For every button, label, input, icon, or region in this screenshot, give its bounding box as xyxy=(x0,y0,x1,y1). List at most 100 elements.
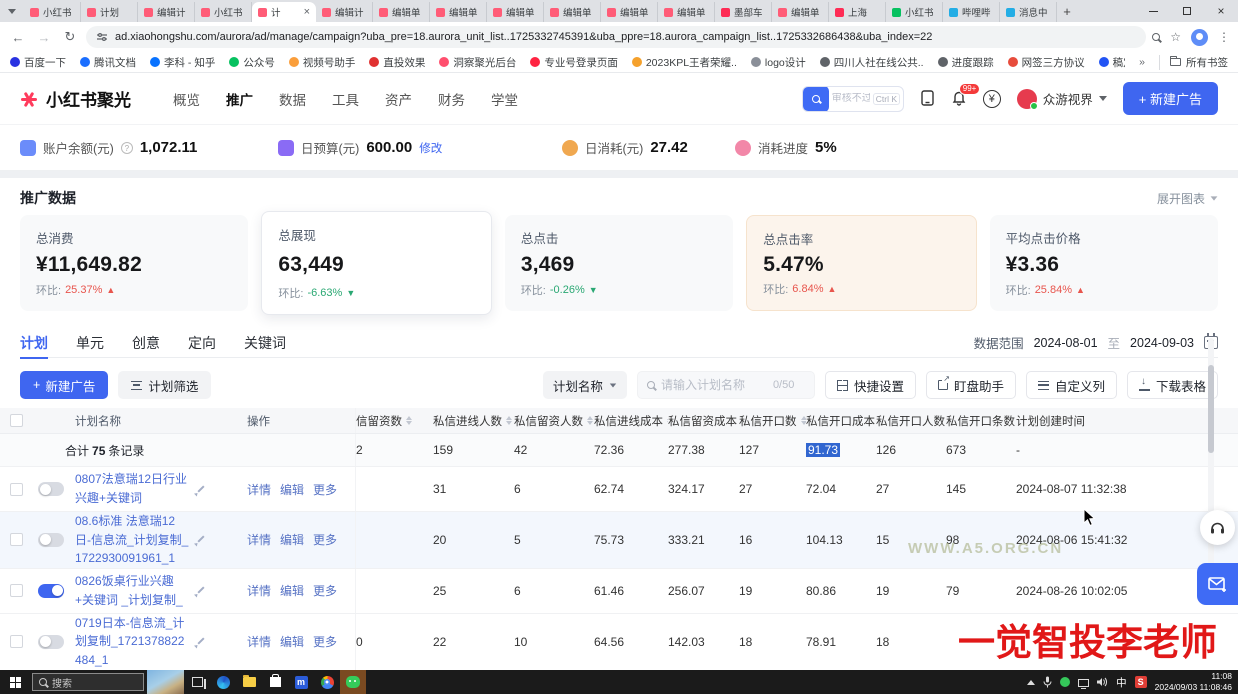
edit-link[interactable]: 编辑 xyxy=(280,531,304,548)
stat-card[interactable]: 平均点击价格 ¥3.36 环比: 25.84% ▲ xyxy=(990,215,1218,311)
app-m-icon[interactable]: m xyxy=(288,670,314,694)
microphone-icon[interactable] xyxy=(1043,676,1052,688)
weather-widget[interactable] xyxy=(147,670,184,694)
sort-icon[interactable] xyxy=(506,416,512,425)
start-button[interactable] xyxy=(0,670,30,694)
sort-icon[interactable] xyxy=(587,416,593,425)
browser-tab[interactable]: 编辑计 xyxy=(138,2,195,22)
column-header[interactable]: 私信开口条数 xyxy=(946,413,1016,429)
plan-name-link[interactable]: 0719日本-信息流_计划复制_1721378822484_1 xyxy=(75,614,192,670)
detail-link[interactable]: 详情 xyxy=(247,582,271,599)
bookmark-item[interactable]: 腾讯文档 xyxy=(80,55,136,70)
wechat-icon[interactable] xyxy=(340,670,366,694)
browser-tab[interactable]: 计划 xyxy=(81,2,138,22)
store-icon[interactable] xyxy=(262,670,288,694)
back-button[interactable] xyxy=(8,27,28,47)
select-all-checkbox[interactable] xyxy=(10,414,23,427)
bookmark-item[interactable]: 李科 - 知乎 xyxy=(150,55,215,70)
network-icon[interactable] xyxy=(1078,679,1089,687)
all-bookmarks-button[interactable]: 所有书签 xyxy=(1159,55,1228,70)
nav-item[interactable]: 数据 xyxy=(279,89,306,109)
plan-filter-button[interactable]: 计划筛选 xyxy=(118,371,211,399)
table-scrollbar-thumb[interactable] xyxy=(1208,365,1214,453)
column-header[interactable]: 计划创建时间 xyxy=(1016,413,1202,429)
ime-indicator[interactable]: 中 xyxy=(1116,675,1127,690)
new-tab-button[interactable] xyxy=(1057,1,1077,21)
stat-card[interactable]: 总点击率 5.47% 环比: 6.84% ▲ xyxy=(746,215,976,311)
column-header[interactable]: 私信开口数 xyxy=(739,413,806,429)
edit-link[interactable]: 编辑 xyxy=(280,481,304,498)
account-switcher[interactable]: 众游视界 xyxy=(1017,89,1107,109)
browser-tab[interactable]: 小红书 xyxy=(886,2,943,22)
more-link[interactable]: 更多 xyxy=(313,531,337,548)
plan-name-search[interactable]: 0/50 xyxy=(637,371,815,399)
entity-tab[interactable]: 单元 xyxy=(76,328,104,358)
header-plan-name[interactable]: 计划名称 xyxy=(75,413,205,429)
message-button[interactable] xyxy=(1197,563,1238,605)
nav-item[interactable]: 资产 xyxy=(385,89,412,109)
browser-tab[interactable]: 编辑单 xyxy=(772,2,829,22)
browser-tab[interactable]: 计 xyxy=(252,2,316,22)
status-toggle[interactable] xyxy=(38,584,64,598)
edge-icon[interactable] xyxy=(210,670,236,694)
tray-s-icon[interactable]: S xyxy=(1135,676,1147,688)
taskbar-search[interactable]: 搜索 xyxy=(32,673,144,691)
browser-tab[interactable]: 编辑单 xyxy=(601,2,658,22)
search-labs-icon[interactable] xyxy=(1152,33,1160,41)
browser-tab[interactable]: 上海 xyxy=(829,2,886,22)
status-toggle[interactable] xyxy=(38,533,64,547)
customer-service-button[interactable] xyxy=(1200,510,1235,545)
file-explorer-icon[interactable] xyxy=(236,670,262,694)
name-filter-select[interactable]: 计划名称 xyxy=(543,371,627,399)
download-table-button[interactable]: 下载表格 xyxy=(1127,371,1218,399)
edit-pencil-icon[interactable] xyxy=(196,535,205,544)
nav-item[interactable]: 财务 xyxy=(438,89,465,109)
column-header[interactable]: 信留资数 xyxy=(356,413,433,429)
nav-item[interactable]: 推广 xyxy=(226,89,253,109)
row-checkbox[interactable] xyxy=(10,635,23,648)
browser-tab[interactable]: 小红书 xyxy=(195,2,252,22)
column-header[interactable]: 私信进线人数 xyxy=(433,413,514,429)
tray-expand-icon[interactable] xyxy=(1027,680,1035,685)
browser-profile-avatar[interactable] xyxy=(1191,29,1208,46)
bookmark-item[interactable]: 四川人社在线公共.. xyxy=(820,55,924,70)
nav-item[interactable]: 学堂 xyxy=(491,89,518,109)
global-search-input[interactable] xyxy=(829,93,873,104)
address-bar[interactable]: ad.xiaohongshu.com/aurora/ad/manage/camp… xyxy=(86,26,1146,48)
tab-search-chevron-icon[interactable] xyxy=(0,0,24,22)
tab-close-icon[interactable] xyxy=(304,6,310,18)
bookmark-star-icon[interactable] xyxy=(1170,30,1181,44)
detail-link[interactable]: 详情 xyxy=(247,633,271,650)
modify-budget-link[interactable]: 修改 xyxy=(419,140,442,156)
edit-pencil-icon[interactable] xyxy=(196,586,205,595)
window-minimize-button[interactable] xyxy=(1136,0,1170,22)
browser-tab[interactable]: 哔哩哔 xyxy=(943,2,1000,22)
detail-link[interactable]: 详情 xyxy=(247,481,271,498)
finance-yuan-icon[interactable]: ¥ xyxy=(983,90,1001,108)
date-range-picker[interactable]: 数据范围 2024-08-01 至 2024-09-03 xyxy=(974,333,1218,352)
bookmark-item[interactable]: 公众号 xyxy=(229,55,275,70)
browser-tab[interactable]: 编辑计 xyxy=(316,2,373,22)
row-checkbox[interactable] xyxy=(10,533,23,546)
stat-card[interactable]: 总点击 3,469 环比: -0.26% ▼ xyxy=(505,215,733,311)
new-ad-button-header[interactable]: + 新建广告 xyxy=(1123,82,1218,115)
new-ad-button-toolbar[interactable]: 新建广告 xyxy=(20,371,108,399)
bookmark-item[interactable]: logo设计 xyxy=(751,55,806,70)
browser-tab[interactable]: 消息中 xyxy=(1000,2,1057,22)
bookmark-item[interactable]: 直投效果 xyxy=(369,55,425,70)
more-link[interactable]: 更多 xyxy=(313,481,337,498)
column-header[interactable]: 私信留资人数 xyxy=(514,413,594,429)
column-header[interactable]: 私信开口人数 xyxy=(876,413,946,429)
more-link[interactable]: 更多 xyxy=(313,582,337,599)
bookmark-item[interactable]: 2023KPL王者荣耀.. xyxy=(632,55,737,70)
more-link[interactable]: 更多 xyxy=(313,633,337,650)
window-maximize-button[interactable] xyxy=(1170,0,1204,22)
quick-settings-button[interactable]: 快捷设置 xyxy=(825,371,916,399)
taskbar-clock[interactable]: 11:08 2024/09/03 11:08:46 xyxy=(1155,671,1232,692)
browser-tab[interactable]: 墨部车 xyxy=(715,2,772,22)
bookmark-item[interactable]: 洞察聚光后台 xyxy=(439,55,516,70)
edit-pencil-icon[interactable] xyxy=(196,485,205,494)
status-toggle[interactable] xyxy=(38,635,64,649)
entity-tab[interactable]: 关键词 xyxy=(244,328,286,358)
plan-name-link[interactable]: 08.6标准 法意瑞12日-信息流_计划复制_1722930091961_1 xyxy=(75,512,192,568)
